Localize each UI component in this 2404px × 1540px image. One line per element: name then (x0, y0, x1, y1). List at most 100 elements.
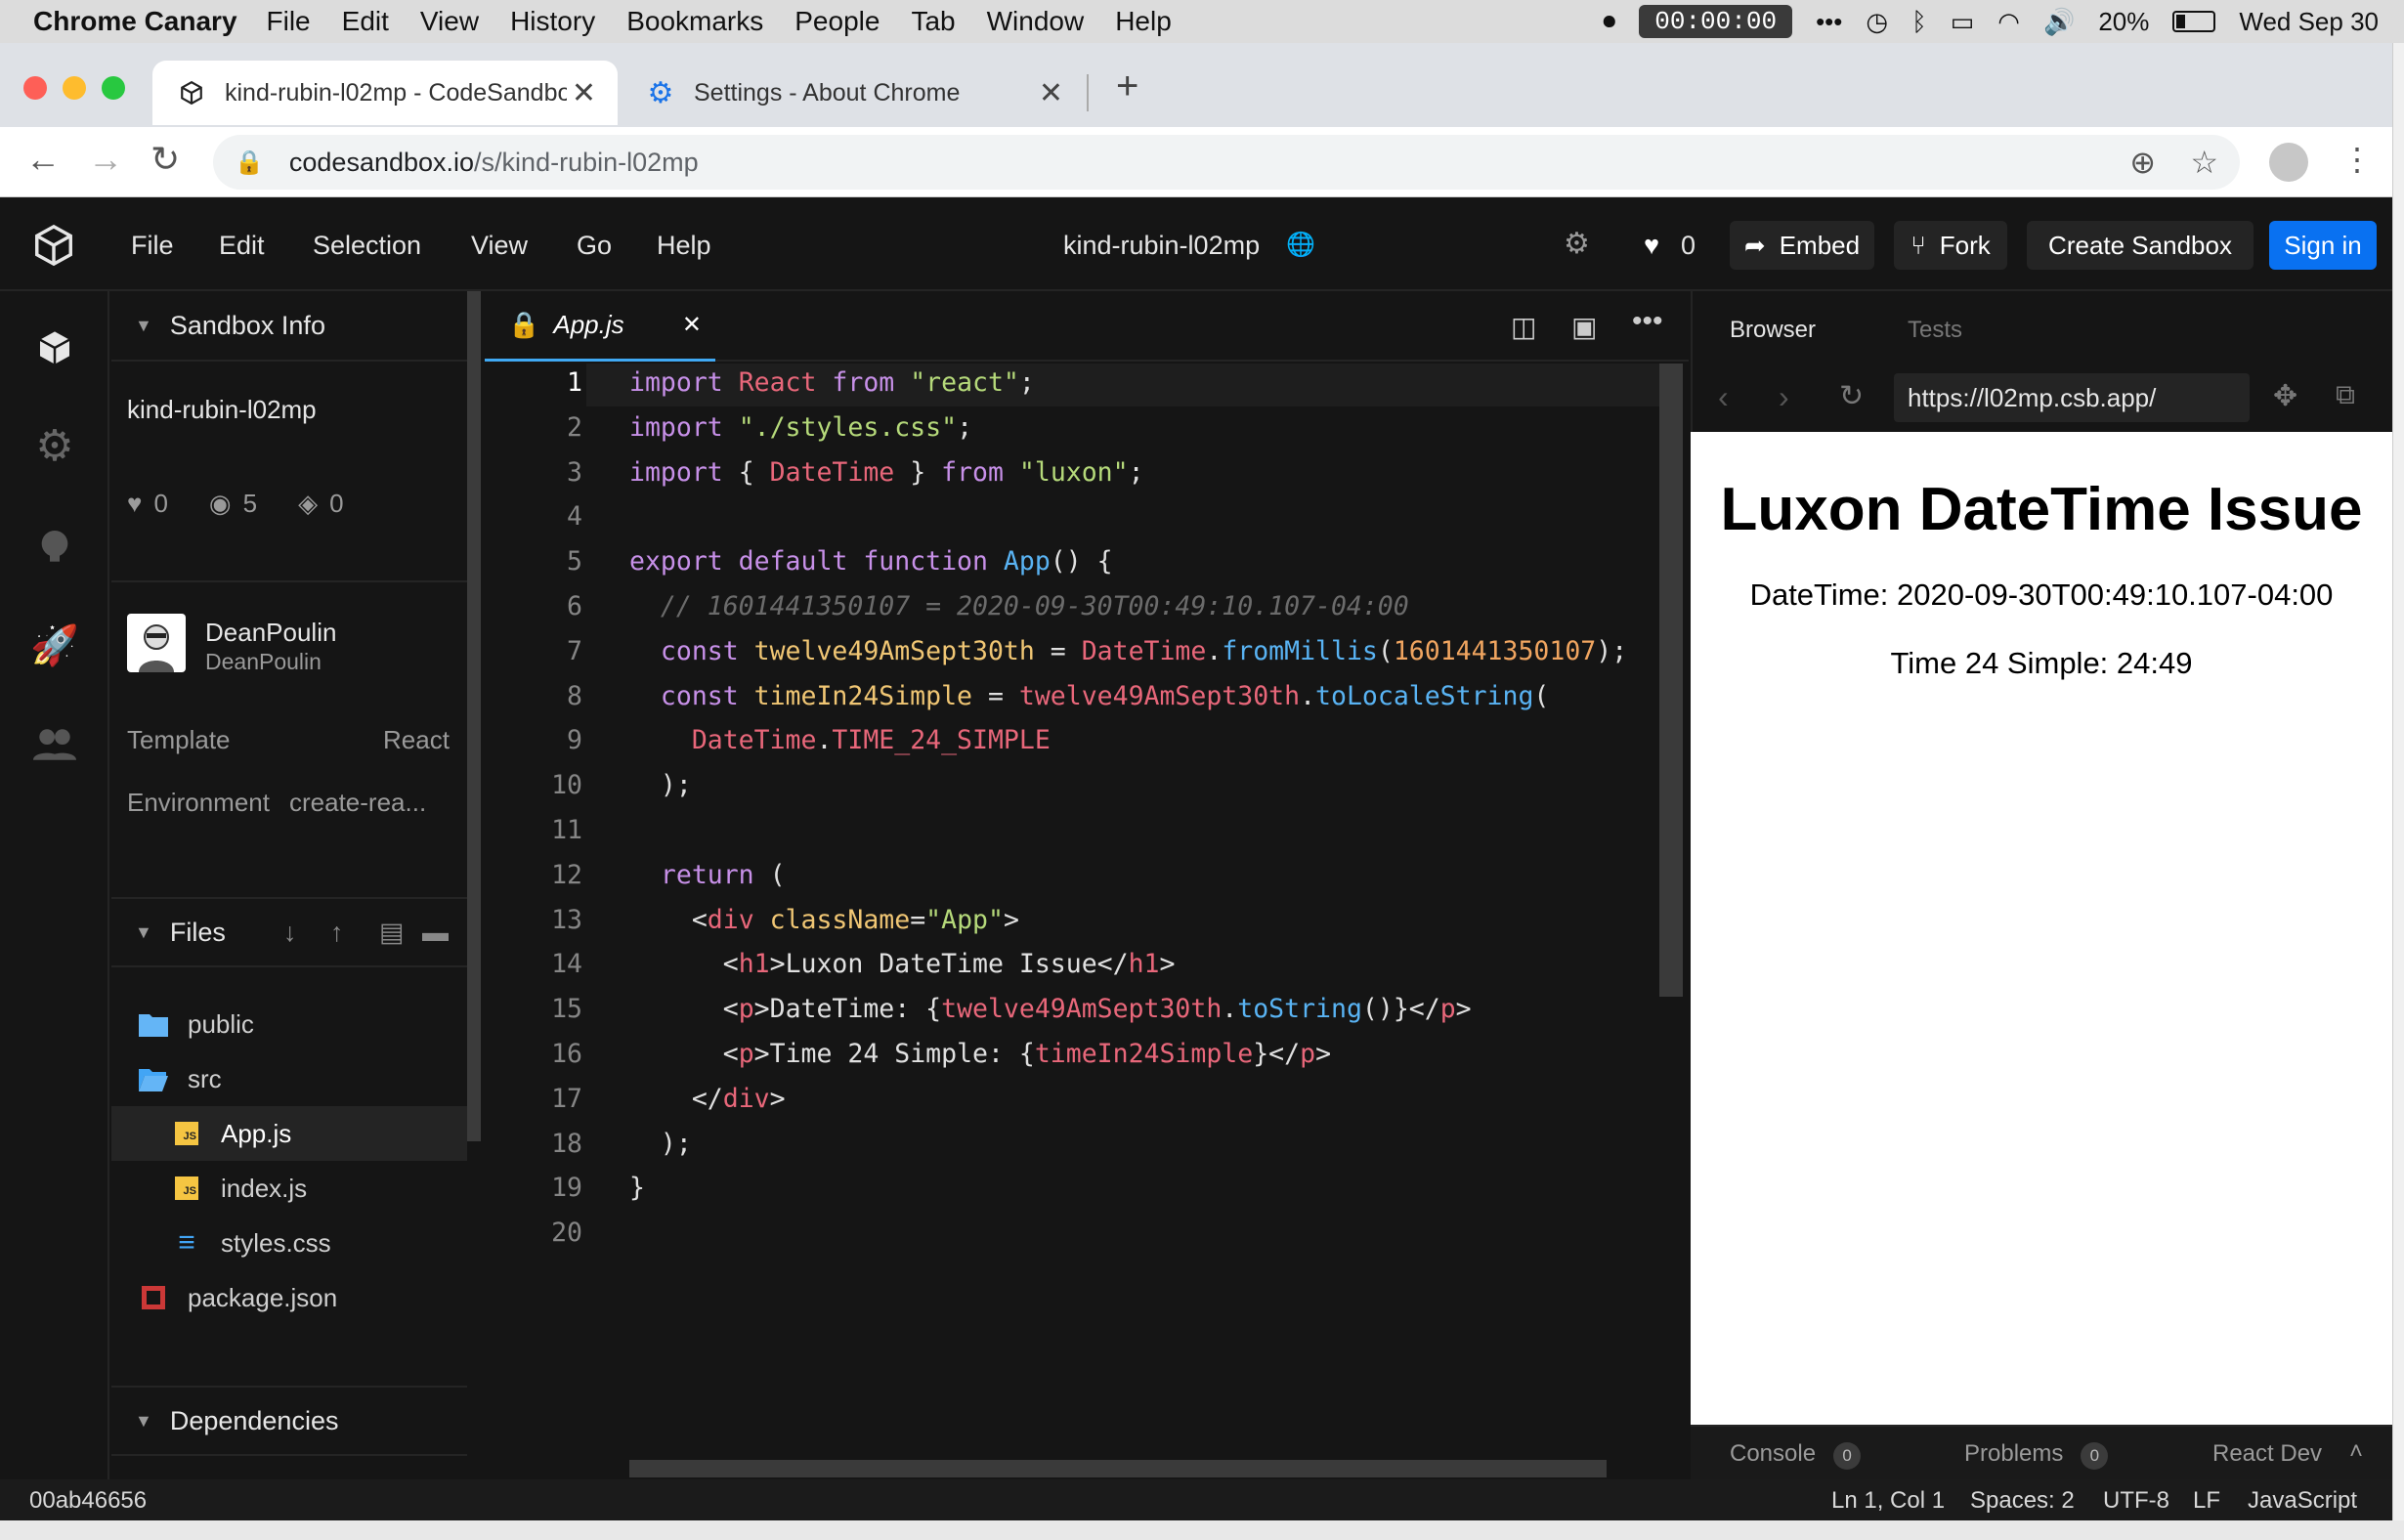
battery-percent[interactable]: 20% (2098, 7, 2149, 37)
dependencies-header[interactable]: ▼ Dependencies (111, 1386, 467, 1456)
back-arrow-icon[interactable]: ← (25, 139, 61, 180)
add-icon[interactable]: ⊕ (2129, 144, 2156, 181)
menubar-app-name[interactable]: Chrome Canary (33, 6, 237, 37)
preview-forward-icon[interactable]: › (1779, 379, 1789, 415)
battery-icon[interactable] (2172, 11, 2216, 32)
activity-info-icon[interactable] (29, 322, 80, 373)
menubar-item-view[interactable]: View (420, 6, 479, 37)
time-machine-icon[interactable]: ◷ (1866, 7, 1888, 37)
activity-github-icon[interactable] (29, 520, 80, 571)
more-options-icon[interactable]: ••• (1632, 305, 1663, 338)
language-mode[interactable]: JavaScript (2248, 1487, 2357, 1515)
create-sandbox-button[interactable]: Create Sandbox (2027, 221, 2254, 270)
forward-arrow-icon[interactable]: → (88, 139, 123, 180)
file-tree-item-app-js[interactable]: JS App.js (111, 1106, 467, 1161)
csb-menu-go[interactable]: Go (577, 231, 612, 261)
menubar-item-people[interactable]: People (794, 6, 880, 37)
menubar-item-history[interactable]: History (510, 6, 595, 37)
editor-tab-app-js[interactable]: 🔒 App.js ✕ (485, 291, 715, 362)
file-encoding[interactable]: UTF-8 (2103, 1487, 2169, 1515)
menubar-item-edit[interactable]: Edit (342, 6, 389, 37)
download-icon[interactable]: ↓ (283, 918, 297, 948)
new-tab-button[interactable]: + (1116, 64, 1138, 108)
file-tree-item-package-json[interactable]: package.json (111, 1270, 467, 1325)
browser-tab-codesandbox[interactable]: kind-rubin-l02mp - CodeSandbox ✕ (152, 61, 618, 125)
bookmark-star-icon[interactable]: ☆ (2190, 144, 2218, 181)
preview-window-icon[interactable]: ▣ (1571, 311, 1597, 343)
sign-in-button[interactable]: Sign in (2269, 221, 2377, 270)
cursor-position[interactable]: Ln 1, Col 1 (1831, 1487, 1945, 1515)
airplay-icon[interactable]: ▭ (1951, 7, 1975, 37)
close-tab-icon[interactable]: ✕ (572, 76, 596, 110)
open-new-window-icon[interactable]: ⧉ (2336, 379, 2355, 411)
lock-icon[interactable]: 🔒 (235, 149, 264, 177)
preview-back-icon[interactable]: ‹ (1718, 379, 1729, 415)
screen-recorder-icon[interactable]: ⏺ (1603, 6, 1615, 37)
more-dots-icon[interactable]: ••• (1816, 7, 1842, 37)
csb-menu-view[interactable]: View (471, 231, 528, 261)
csb-menu-file[interactable]: File (131, 231, 174, 261)
wifi-icon[interactable]: ◠ (1997, 7, 2020, 37)
preview-refresh-icon[interactable]: ↻ (1839, 379, 1864, 413)
console-tab[interactable]: Console 0 (1730, 1440, 1862, 1470)
editor-vertical-scrollbar[interactable] (1659, 364, 1683, 997)
menubar-item-tab[interactable]: Tab (911, 6, 955, 37)
fork-button[interactable]: ⑂ Fork (1894, 221, 2007, 270)
menubar-item-file[interactable]: File (267, 6, 311, 37)
menubar-item-window[interactable]: Window (987, 6, 1085, 37)
embed-button[interactable]: ➦ Embed (1730, 221, 1874, 270)
reload-icon[interactable]: ↻ (150, 139, 180, 180)
sidebar-scrollbar[interactable] (467, 291, 481, 1141)
chevron-up-icon[interactable]: ˄ (2349, 1438, 2363, 1466)
kebab-menu-icon[interactable]: ⋮ (2341, 141, 2373, 178)
activity-deploy-rocket-icon[interactable]: 🚀 (29, 620, 80, 670)
codesandbox-logo-icon[interactable] (31, 223, 76, 275)
bluetooth-icon[interactable]: ᛒ (1911, 7, 1927, 37)
settings-gear-icon[interactable]: ⚙ (1564, 227, 1590, 261)
close-icon[interactable]: ✕ (682, 311, 702, 339)
line-number: 6 (567, 591, 582, 621)
new-folder-icon[interactable]: ▬ (422, 918, 449, 948)
files-header[interactable]: ▼ Files ↓ ↑ ▤ ▬ (111, 897, 467, 967)
browser-tab-settings[interactable]: ⚙ Settings - About Chrome ✕ (622, 61, 1085, 125)
sandbox-info-header[interactable]: ▼ Sandbox Info (111, 291, 467, 362)
line-number: 19 (551, 1173, 582, 1204)
csb-menu-edit[interactable]: Edit (219, 231, 265, 261)
menubar-item-help[interactable]: Help (1115, 6, 1172, 37)
author-name[interactable]: DeanPoulin (205, 618, 336, 648)
menubar-item-bookmarks[interactable]: Bookmarks (626, 6, 763, 37)
close-tab-icon[interactable]: ✕ (1039, 76, 1063, 110)
menubar-clock[interactable]: Wed Sep 30 (2239, 7, 2379, 37)
activity-live-users-icon[interactable] (29, 719, 80, 770)
preview-tab-browser[interactable]: Browser (1730, 317, 1816, 344)
window-zoom-button[interactable] (102, 76, 125, 100)
react-devtools-tab[interactable]: React Dev (2212, 1440, 2322, 1468)
heart-icon[interactable]: ♥ (1644, 231, 1659, 261)
csb-menu-selection[interactable]: Selection (313, 231, 421, 261)
window-minimize-button[interactable] (63, 76, 86, 100)
end-of-line[interactable]: LF (2193, 1487, 2220, 1515)
file-tree-item-src[interactable]: src (111, 1051, 467, 1106)
new-file-icon[interactable]: ▤ (379, 918, 405, 948)
problems-tab[interactable]: Problems 0 (1964, 1440, 2109, 1470)
editor-horizontal-scrollbar[interactable] (629, 1460, 1607, 1477)
file-tree-item-index-js[interactable]: JS index.js (111, 1161, 467, 1216)
recording-timer[interactable]: 00:00:00 (1639, 5, 1793, 38)
upload-icon[interactable]: ↑ (330, 918, 344, 948)
preview-url-input[interactable]: https://l02mp.csb.app/ (1894, 373, 2250, 422)
responsive-view-icon[interactable]: ✥ (2273, 379, 2297, 413)
sandbox-title[interactable]: kind-rubin-l02mp (1063, 231, 1260, 261)
volume-icon[interactable]: 🔊 (2043, 7, 2075, 37)
file-tree-item-public[interactable]: public (111, 997, 467, 1051)
author-avatar[interactable] (127, 614, 186, 672)
file-tree-item-styles-css[interactable]: ≡ styles.css (111, 1216, 467, 1270)
indentation-setting[interactable]: Spaces: 2 (1970, 1487, 2075, 1515)
activity-settings-icon[interactable]: ⚙ (29, 420, 80, 471)
address-bar[interactable]: 🔒 codesandbox.io/s/kind-rubin-l02mp ⊕ ☆ (213, 135, 2240, 190)
profile-avatar-icon[interactable] (2269, 143, 2308, 182)
window-close-button[interactable] (23, 76, 47, 100)
preview-iframe[interactable]: Luxon DateTime Issue DateTime: 2020-09-3… (1691, 432, 2392, 1425)
csb-menu-help[interactable]: Help (657, 231, 711, 261)
split-view-icon[interactable]: ◫ (1511, 311, 1536, 343)
preview-tab-tests[interactable]: Tests (1908, 317, 1962, 344)
